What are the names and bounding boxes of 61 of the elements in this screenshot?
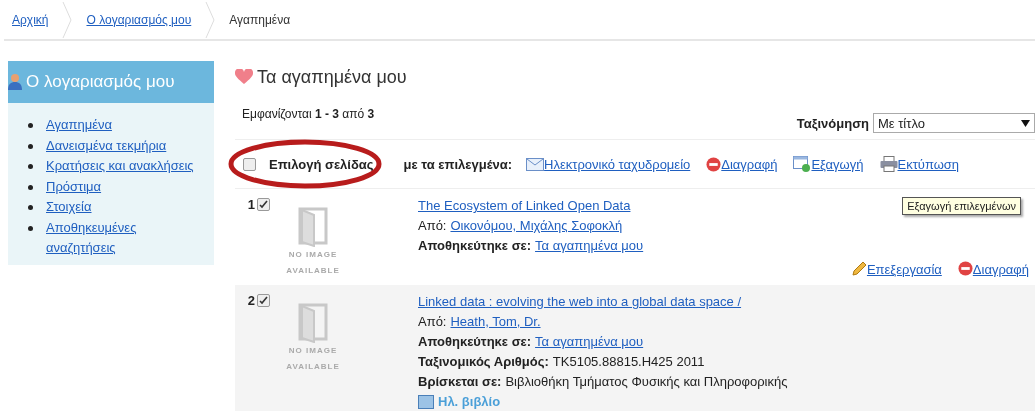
field-label: Από: bbox=[418, 313, 447, 330]
toolbar-link[interactable]: Εξαγωγή bbox=[811, 156, 864, 172]
field-label: Βρίσκεται σε: bbox=[418, 373, 502, 390]
bullet-icon bbox=[28, 225, 33, 231]
minus-circle-icon bbox=[706, 156, 722, 172]
bullet-icon bbox=[28, 123, 33, 128]
field-link[interactable]: Οικονόμου, Μιχάλης Σοφοκλή bbox=[450, 217, 623, 234]
caret-icon bbox=[1021, 119, 1030, 127]
field-link[interactable]: Τα αγαπημένα μου bbox=[535, 333, 644, 350]
breadcrumb-link[interactable]: Αρχική bbox=[4, 12, 49, 27]
checkbox[interactable] bbox=[257, 198, 270, 211]
current-page-label: Αγαπημένα bbox=[228, 12, 291, 27]
field-value: TK5105.88815.H425 2011 bbox=[552, 353, 705, 370]
sidebar-link[interactable]: Κρατήσεις και ανακλήσεις bbox=[46, 156, 196, 177]
bullet-icon bbox=[28, 205, 33, 210]
bullet-icon bbox=[28, 184, 33, 190]
item-number: 1 bbox=[246, 197, 255, 214]
sidebar-link[interactable]: Στοιχεία bbox=[46, 197, 196, 218]
bullet-icon bbox=[28, 164, 33, 169]
sort-select[interactable]: Με τίτλο bbox=[873, 113, 1035, 133]
window-plus-icon bbox=[793, 156, 812, 172]
checkbox[interactable] bbox=[243, 157, 256, 171]
no-image-text: AVAILABLE bbox=[286, 361, 340, 373]
field-link[interactable]: Τα αγαπημένα μου bbox=[535, 237, 644, 254]
item-action-link[interactable]: Επεξεργασία bbox=[866, 261, 942, 277]
sidebar-link[interactable]: Πρόστιμα bbox=[46, 176, 196, 197]
envelope-icon bbox=[526, 157, 545, 171]
toolbar-link[interactable]: Ηλεκτρονικό ταχυδρομείο bbox=[544, 156, 691, 172]
breadcrumb-link[interactable]: Ο λογαριασμός μου bbox=[78, 12, 192, 27]
page-heading: Τα αγαπημένα μου bbox=[257, 66, 407, 88]
bullet-icon bbox=[28, 143, 33, 149]
tooltip: Εξαγωγή επιλεγμένων bbox=[902, 197, 1021, 215]
pencil-icon bbox=[850, 261, 867, 277]
item-number: 2 bbox=[246, 293, 255, 310]
minus-circle-icon bbox=[957, 261, 973, 276]
field-value: Βιβλιοθήκη Τμήματος Φυσικής και Πληροφορικής bbox=[505, 373, 788, 390]
sidebar-link[interactable]: Αποθηκευμένες αναζητήσεις bbox=[46, 217, 196, 259]
checkbox[interactable] bbox=[257, 294, 270, 307]
select-page-label: Επιλογή σελίδας bbox=[269, 156, 374, 172]
field-link[interactable]: Heath, Tom, Dr. bbox=[450, 313, 541, 330]
item-title-link[interactable]: Linked data : evolving the web into a global data space / bbox=[418, 293, 742, 310]
results-summary: Εμφανίζονται 1 - 3 από 3 bbox=[242, 107, 375, 123]
sidebar-title: Ο λογαριασμός μου bbox=[26, 72, 175, 92]
item-title-link[interactable]: The Ecosystem of Linked Open Data bbox=[418, 197, 631, 214]
field-label: Αποθηκεύτηκε σε: bbox=[418, 237, 532, 254]
toolbar-link[interactable]: Διαγραφή bbox=[721, 156, 778, 172]
sort-label: Ταξινόμηση bbox=[796, 115, 869, 131]
no-image-text: NO IMAGE bbox=[288, 249, 338, 261]
field-label: Από: bbox=[418, 217, 447, 234]
sidebar-link[interactable]: Αγαπημένα bbox=[46, 115, 196, 136]
no-image-text: AVAILABLE bbox=[286, 265, 340, 277]
user-icon bbox=[8, 73, 24, 91]
toolbar-link[interactable]: Εκτύπωση bbox=[897, 156, 960, 172]
printer-icon bbox=[879, 156, 898, 172]
no-image-text: NO IMAGE bbox=[288, 345, 338, 357]
field-label: Ταξινομικός Αριθμός: bbox=[418, 353, 549, 370]
sidebar-link[interactable]: Δανεισμένα τεκμήρια bbox=[46, 135, 196, 156]
field-label: Αποθηκεύτηκε σε: bbox=[418, 333, 532, 350]
heart-icon bbox=[235, 69, 253, 85]
with-selected-label: με τα επιλεγμένα: bbox=[403, 156, 513, 172]
item-action-link[interactable]: Διαγραφή bbox=[972, 261, 1029, 277]
